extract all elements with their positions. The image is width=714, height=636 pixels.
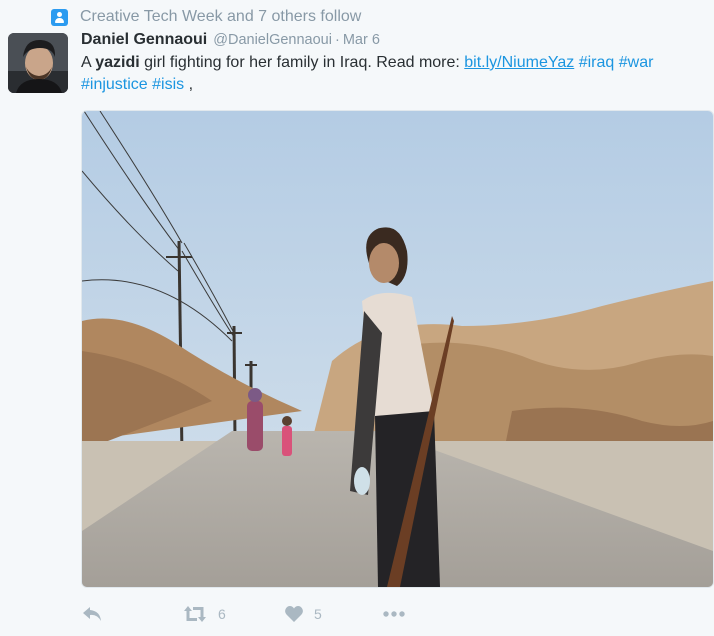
hashtag-injustice[interactable]: #injustice bbox=[81, 76, 148, 93]
social-context[interactable]: Creative Tech Week and 7 others follow bbox=[51, 6, 361, 28]
tweet-text-start: A bbox=[81, 54, 96, 71]
reply-icon bbox=[81, 605, 103, 623]
hashtag-isis[interactable]: #isis bbox=[152, 76, 184, 93]
more-button[interactable] bbox=[381, 602, 407, 626]
reply-button[interactable] bbox=[81, 602, 103, 626]
retweet-button[interactable]: 6 bbox=[182, 602, 226, 626]
tweet-header: Daniel Gennaoui @DanielGennaoui · Mar 6 bbox=[81, 31, 380, 53]
tweet-link[interactable]: bit.ly/NiumeYaz bbox=[464, 54, 574, 71]
author-meta: @DanielGennaoui · Mar 6 bbox=[213, 32, 380, 48]
tweet-text-end: , bbox=[188, 76, 194, 93]
hashtag-iraq[interactable]: #iraq bbox=[579, 54, 615, 71]
like-count: 5 bbox=[314, 606, 322, 622]
tweet-text-middle: girl fighting for her family in Iraq. Re… bbox=[139, 54, 465, 71]
tweet-timestamp[interactable]: Mar 6 bbox=[343, 32, 380, 48]
like-button[interactable]: 5 bbox=[284, 602, 322, 626]
meta-separator: · bbox=[334, 32, 340, 48]
more-icon bbox=[381, 605, 407, 623]
tweet-text-bold: yazidi bbox=[95, 54, 140, 71]
heart-icon bbox=[284, 605, 304, 623]
author-username[interactable]: @DanielGennaoui bbox=[213, 32, 332, 48]
author-name[interactable]: Daniel Gennaoui bbox=[81, 31, 207, 49]
retweet-count: 6 bbox=[218, 606, 226, 622]
hashtag-war[interactable]: #war bbox=[619, 54, 654, 71]
avatar[interactable] bbox=[8, 33, 68, 93]
social-context-text: Creative Tech Week and 7 others follow bbox=[80, 8, 362, 25]
tweet-photo[interactable] bbox=[81, 110, 714, 588]
tweet-text: A yazidi girl fighting for her family in… bbox=[81, 52, 714, 96]
retweet-icon bbox=[182, 605, 208, 623]
person-icon bbox=[51, 8, 68, 26]
